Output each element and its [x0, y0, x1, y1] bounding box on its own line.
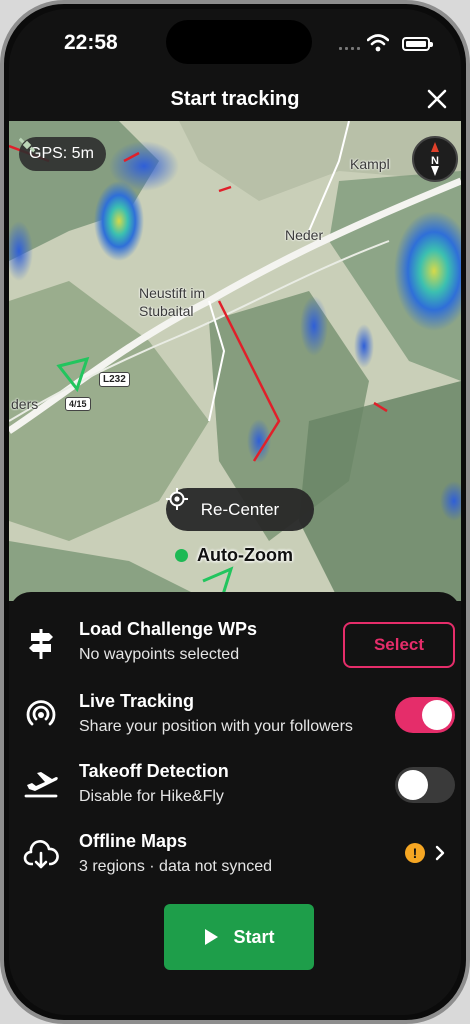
takeoff-detection-toggle[interactable]: [395, 767, 455, 803]
select-waypoints-button[interactable]: Select: [343, 622, 455, 668]
close-icon[interactable]: [423, 85, 451, 113]
recenter-button[interactable]: Re-Center: [166, 488, 314, 531]
autozoom-label: Auto-Zoom: [197, 545, 293, 565]
place-label-neustift-1: Neustift im: [139, 285, 206, 301]
battery-icon: [402, 37, 433, 51]
toggle-knob: [398, 770, 428, 800]
option-subtitle: No waypoints selected: [79, 646, 240, 663]
place-label-neustift-2: Stubaital: [139, 303, 194, 319]
page-title: Start tracking: [170, 88, 300, 110]
toggle-knob: [422, 700, 452, 730]
dynamic-island: [166, 20, 312, 64]
place-label-neder: Neder: [285, 227, 324, 243]
crosshair-icon: [166, 488, 188, 510]
screen: 22:58 Start tracking GPS: 5m N Kampl Ned…: [9, 9, 461, 1015]
place-label-kampl: Kampl: [350, 156, 390, 172]
cloud-download-icon: [23, 840, 59, 869]
wifi-icon: [367, 34, 389, 52]
live-tracking-toggle[interactable]: [395, 697, 455, 733]
compass-button[interactable]: N: [412, 136, 458, 182]
start-label: Start: [233, 926, 275, 947]
recenter-label: Re-Center: [200, 499, 280, 519]
place-label-ders: ders: [11, 396, 39, 412]
compass-letter: N: [431, 155, 439, 167]
phone-frame: 22:58 Start tracking GPS: 5m N Kampl Ned…: [0, 0, 470, 1024]
glider-tag: 4/15: [65, 397, 91, 411]
option-subtitle: Share your position with your followers: [79, 718, 353, 735]
option-title: Takeoff Detection: [79, 761, 229, 781]
option-subtitle: Disable for Hike&Fly: [79, 788, 224, 805]
gps-accuracy-label: GPS: 5m: [29, 145, 94, 162]
road-shield: L232: [99, 372, 130, 387]
start-button[interactable]: Start: [164, 904, 314, 970]
option-title: Live Tracking: [79, 691, 195, 711]
option-live-tracking: Live Tracking Share your position with y…: [9, 689, 461, 749]
autozoom-indicator[interactable]: Auto-Zoom: [175, 545, 293, 566]
chevron-right-icon[interactable]: [433, 843, 447, 863]
satellite-icon: [19, 137, 35, 153]
option-title: Load Challenge WPs: [79, 619, 258, 639]
map-view[interactable]: GPS: 5m N Kampl Neder Neustift im Stubai…: [9, 121, 461, 601]
plane-takeoff-icon: [24, 772, 58, 798]
compass-icon: N: [431, 142, 439, 176]
broadcast-icon: [26, 700, 56, 726]
option-subtitle: 3 regions · data not synced: [79, 858, 273, 875]
play-icon: [205, 929, 219, 945]
status-time: 22:58: [64, 31, 118, 54]
header: Start tracking: [9, 75, 461, 123]
warning-icon: !: [405, 843, 425, 863]
signpost-icon: [29, 629, 53, 659]
status-bar: 22:58: [9, 9, 461, 69]
autozoom-status-dot: [175, 549, 188, 562]
option-offline-maps[interactable]: Offline Maps 3 regions · data not synced: [9, 829, 461, 889]
option-title: Offline Maps: [79, 831, 188, 851]
gps-accuracy-chip: GPS: 5m: [19, 137, 106, 171]
signal-icon: [339, 46, 360, 50]
option-takeoff-detection: Takeoff Detection Disable for Hike&Fly: [9, 759, 461, 819]
